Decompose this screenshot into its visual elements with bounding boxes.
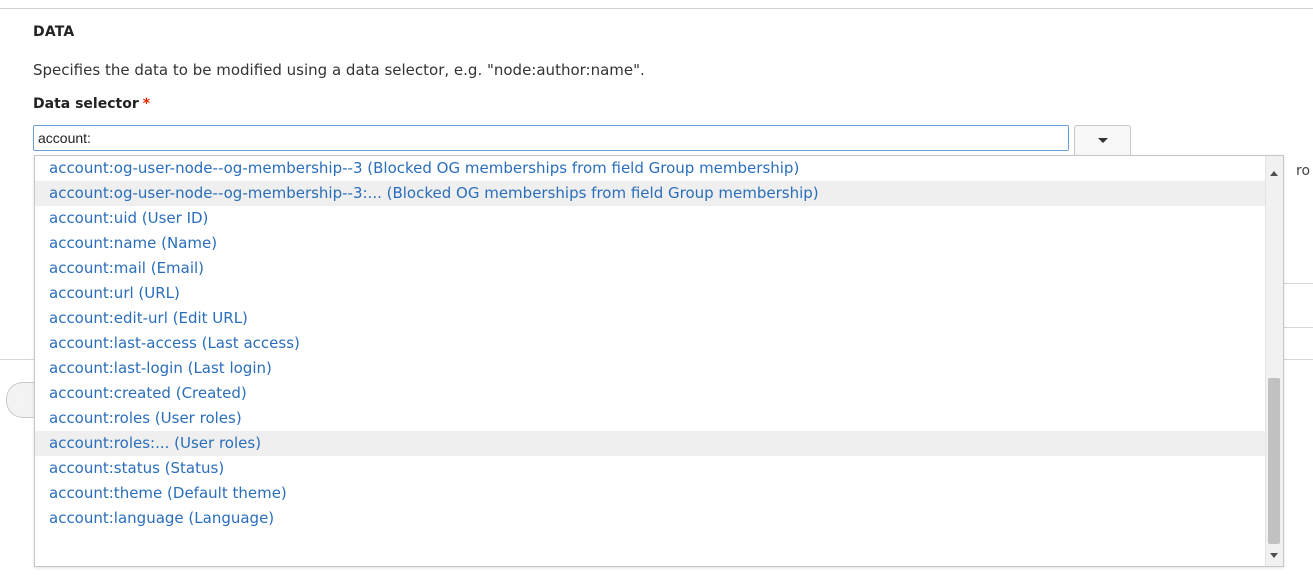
autocomplete-option[interactable]: account:mail (Email) [35, 256, 1267, 281]
autocomplete-option[interactable]: account:og-user-node--og-membership--3 (… [35, 156, 1267, 181]
selector-dropdown-toggle-button[interactable] [1074, 125, 1131, 155]
background-divider [1283, 327, 1313, 328]
autocomplete-option[interactable]: account:last-login (Last login) [35, 356, 1267, 381]
background-clipped-text: ro [1296, 163, 1311, 179]
scroll-up-arrow-icon[interactable] [1270, 171, 1278, 176]
autocomplete-option[interactable]: account:last-access (Last access) [35, 331, 1267, 356]
autocomplete-option[interactable]: account:url (URL) [35, 281, 1267, 306]
section-title: DATA [33, 24, 75, 40]
autocomplete-option[interactable]: account:theme (Default theme) [35, 481, 1267, 506]
autocomplete-option[interactable]: account:language (Language) [35, 506, 1267, 531]
data-selector-input[interactable] [33, 125, 1069, 151]
scroll-down-arrow-icon[interactable] [1270, 553, 1278, 558]
scrollbar-thumb[interactable] [1268, 378, 1280, 544]
data-selector-label: Data selector * [33, 96, 150, 112]
autocomplete-option[interactable]: account:roles:... (User roles) [35, 431, 1267, 456]
dropdown-scrollbar[interactable] [1265, 156, 1283, 566]
autocomplete-option[interactable]: account:edit-url (Edit URL) [35, 306, 1267, 331]
autocomplete-option[interactable]: account:status (Status) [35, 456, 1267, 481]
autocomplete-option[interactable]: account:uid (User ID) [35, 206, 1267, 231]
autocomplete-list: account:og-user-node--og-membership--3 (… [35, 156, 1267, 531]
autocomplete-option[interactable]: account:og-user-node--og-membership--3:.… [35, 181, 1267, 206]
autocomplete-dropdown: account:og-user-node--og-membership--3 (… [34, 155, 1284, 567]
autocomplete-option[interactable]: account:roles (User roles) [35, 406, 1267, 431]
background-divider [1283, 283, 1313, 284]
top-divider [0, 8, 1313, 9]
required-marker: * [142, 96, 151, 112]
caret-down-icon [1097, 138, 1108, 143]
section-description: Specifies the data to be modified using … [33, 61, 645, 79]
autocomplete-option[interactable]: account:created (Created) [35, 381, 1267, 406]
autocomplete-option[interactable]: account:name (Name) [35, 231, 1267, 256]
background-divider [1283, 359, 1313, 360]
data-selector-label-text: Data selector [33, 96, 139, 112]
